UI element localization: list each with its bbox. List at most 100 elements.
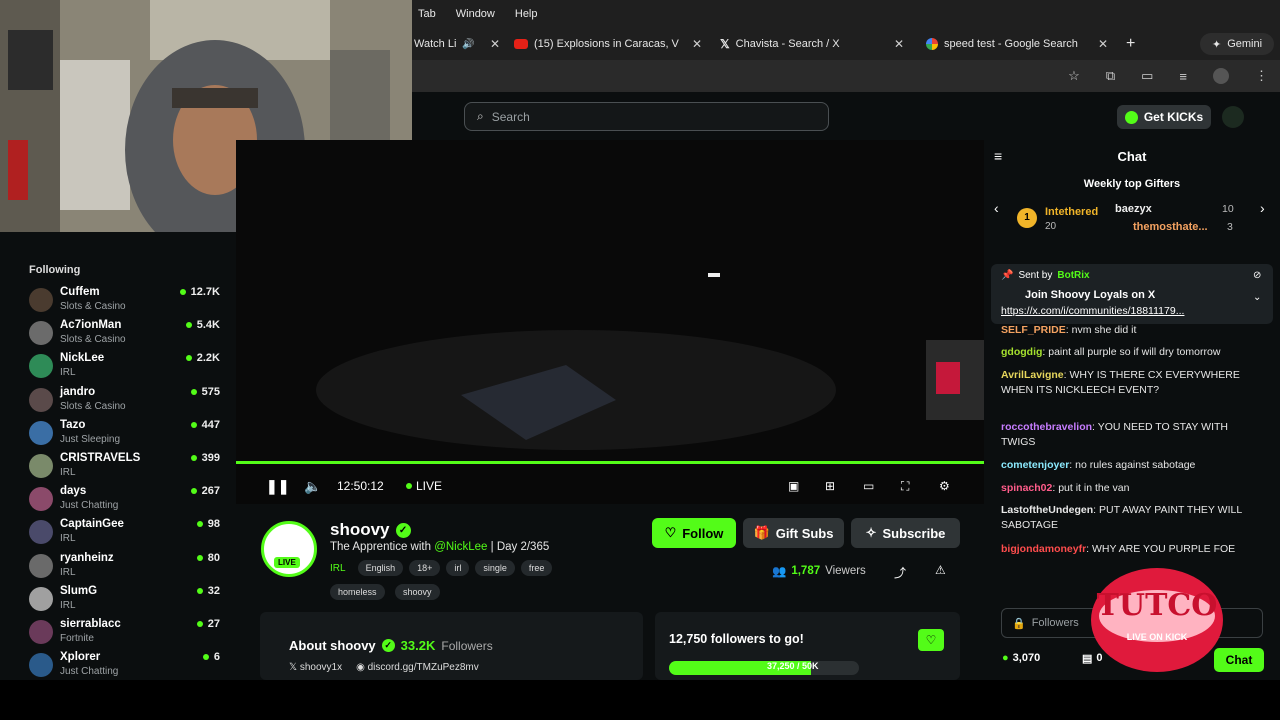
- gift-subs-button[interactable]: 🎁 Gift Subs: [743, 518, 844, 548]
- share-icon[interactable]: ⤴: [894, 564, 906, 581]
- following-item[interactable]: CRISTRAVELS IRL 399: [29, 452, 229, 482]
- discord-link[interactable]: ◉ discord.gg/TMZuPez8mv: [356, 662, 479, 673]
- miniplayer-icon[interactable]: ▣: [788, 479, 799, 493]
- close-icon[interactable]: ✕: [490, 37, 500, 51]
- search-placeholder: Search: [491, 109, 530, 124]
- channel-avatar: [29, 321, 53, 346]
- subscribe-button[interactable]: ✧ Subscribe: [851, 518, 960, 548]
- tag[interactable]: single: [475, 560, 515, 576]
- following-item[interactable]: Tazo Just Sleeping 447: [29, 419, 229, 449]
- menu-tab[interactable]: Tab: [418, 8, 436, 20]
- get-kicks-button[interactable]: Get KICKs: [1117, 105, 1211, 129]
- following-item[interactable]: NickLee IRL 2.2K: [29, 352, 229, 382]
- theater-mode-icon[interactable]: ▭: [863, 479, 874, 493]
- tab-google[interactable]: speed test - Google Search ✕: [922, 30, 1112, 58]
- following-viewers: 98: [196, 518, 220, 530]
- bookmark-star-icon[interactable]: ☆: [1068, 68, 1080, 84]
- following-category: Just Sleeping: [60, 433, 121, 445]
- pinned-link[interactable]: https://x.com/i/communities/18811179...: [1001, 305, 1241, 317]
- chat-text: no rules against sabotage: [1075, 459, 1196, 471]
- tag[interactable]: English: [357, 560, 404, 576]
- chat-username[interactable]: spinach02: [1001, 482, 1052, 494]
- top-gifter-count: 20: [1045, 221, 1057, 232]
- tag[interactable]: irl: [446, 560, 470, 576]
- goal-progress-text: 37,250 / 50K: [767, 661, 819, 671]
- gifter-count: 3: [1227, 221, 1233, 233]
- unpin-icon[interactable]: ⊘: [1253, 270, 1261, 281]
- cast-icon[interactable]: ▭: [1141, 68, 1153, 84]
- menu-help[interactable]: Help: [515, 8, 538, 20]
- channel-avatar[interactable]: [261, 521, 317, 577]
- gemini-button[interactable]: ✦ Gemini: [1200, 33, 1274, 55]
- media-controls-icon[interactable]: ≡: [1179, 69, 1187, 84]
- following-category: Slots & Casino: [60, 334, 126, 346]
- search-input[interactable]: ⌕ Search: [464, 102, 829, 131]
- following-viewers: 447: [190, 419, 220, 431]
- x-social-link[interactable]: 𝕏 shoovy1x: [289, 662, 342, 673]
- follower-goal-card: 12,750 followers to go! ♡ 37,250 / 50K: [655, 612, 960, 680]
- tab-x[interactable]: 𝕏 Chavista - Search / X ✕: [716, 30, 908, 58]
- chat-username[interactable]: bigjondamoneyfr: [1001, 543, 1086, 555]
- tutco-overlay-logo: TUTCO LIVE ON KICK: [1088, 558, 1226, 676]
- follow-heart-button[interactable]: ♡: [918, 629, 944, 651]
- chat-username[interactable]: cometenjoyer: [1001, 459, 1069, 471]
- report-warning-icon[interactable]: ⚠: [935, 563, 946, 577]
- following-item[interactable]: Cuffem Slots & Casino 12.7K: [29, 286, 229, 316]
- mention-link[interactable]: @NickLee: [434, 541, 487, 553]
- following-item[interactable]: SlumG IRL 32: [29, 585, 229, 615]
- tag[interactable]: free: [520, 560, 553, 576]
- following-name: Ac7ionMan: [60, 319, 122, 332]
- pause-icon[interactable]: ❚❚: [266, 478, 289, 495]
- top-gifter-name[interactable]: Intethered: [1045, 206, 1098, 218]
- chat-username[interactable]: LastoftheUndegen: [1001, 504, 1093, 516]
- chat-username[interactable]: roccothebravelion: [1001, 421, 1092, 433]
- channel-avatar: [29, 620, 53, 644]
- following-item[interactable]: days Just Chatting 267: [29, 485, 229, 515]
- tab-youtube[interactable]: (15) Explosions in Caracas, V ✕: [510, 30, 706, 58]
- following-name: days: [60, 485, 87, 498]
- close-icon[interactable]: ✕: [692, 37, 702, 51]
- chat-text: paint all purple so if will dry tomorrow: [1048, 346, 1221, 358]
- fullscreen-icon[interactable]: ⛶: [901, 479, 909, 494]
- x-icon: 𝕏: [720, 37, 730, 51]
- menu-window[interactable]: Window: [456, 8, 495, 20]
- tag[interactable]: homeless: [330, 584, 385, 600]
- following-item[interactable]: ryanheinz IRL 80: [29, 552, 229, 582]
- chat-username[interactable]: AvrilLavigne: [1001, 369, 1064, 381]
- gifter-name[interactable]: baezyx: [1115, 203, 1152, 215]
- extensions-icon[interactable]: ⧉: [1106, 68, 1115, 84]
- channel-name[interactable]: shoovy: [330, 520, 390, 540]
- chevron-right-icon[interactable]: ›: [1260, 200, 1265, 216]
- category-link[interactable]: IRL: [330, 563, 346, 574]
- close-icon[interactable]: ✕: [894, 37, 904, 51]
- chevron-left-icon[interactable]: ‹: [994, 200, 999, 216]
- following-item[interactable]: Ac7ionMan Slots & Casino 5.4K: [29, 319, 229, 349]
- stream-title: The Apprentice with @NickLee | Day 2/365: [330, 541, 550, 553]
- following-item[interactable]: sierrablacc Fortnite 27: [29, 618, 229, 648]
- gifter-name[interactable]: themosthate...: [1133, 221, 1239, 233]
- browser-menu-icon[interactable]: ⋮: [1255, 68, 1268, 84]
- tab-watch-live[interactable]: Watch Li 🔊 ✕: [412, 30, 504, 58]
- tag[interactable]: shoovy: [394, 584, 440, 600]
- close-icon[interactable]: ✕: [1098, 37, 1108, 51]
- follow-button[interactable]: ♡ Follow: [652, 518, 736, 548]
- following-item[interactable]: Xplorer Just Chatting 6: [29, 651, 229, 681]
- tag[interactable]: 18+: [409, 560, 441, 576]
- pinned-message[interactable]: 📌 Sent by BotRix ⊘ Join Shoovy Loyals on…: [991, 264, 1273, 324]
- playback-progress-bar[interactable]: [236, 461, 984, 464]
- chevron-down-icon[interactable]: ⌄: [1253, 292, 1261, 303]
- settings-gear-icon[interactable]: ⚙: [939, 479, 950, 493]
- profile-avatar[interactable]: [1213, 68, 1229, 84]
- clip-icon[interactable]: ⊞: [825, 479, 835, 493]
- user-avatar[interactable]: [1222, 106, 1244, 128]
- following-item[interactable]: jandro Slots & Casino 575: [29, 386, 229, 416]
- video-player[interactable]: [236, 140, 984, 504]
- chat-username[interactable]: gdogdig: [1001, 346, 1042, 358]
- goal-progress-bar: [669, 661, 859, 675]
- channel-avatar: [29, 487, 53, 512]
- volume-icon[interactable]: 🔈: [304, 478, 321, 495]
- new-tab-button[interactable]: +: [1126, 30, 1146, 58]
- kicks-balance[interactable]: ● 3,070: [1002, 652, 1040, 664]
- chat-username[interactable]: SELF_PRIDE: [1001, 324, 1066, 336]
- following-item[interactable]: CaptainGee IRL 98: [29, 518, 229, 548]
